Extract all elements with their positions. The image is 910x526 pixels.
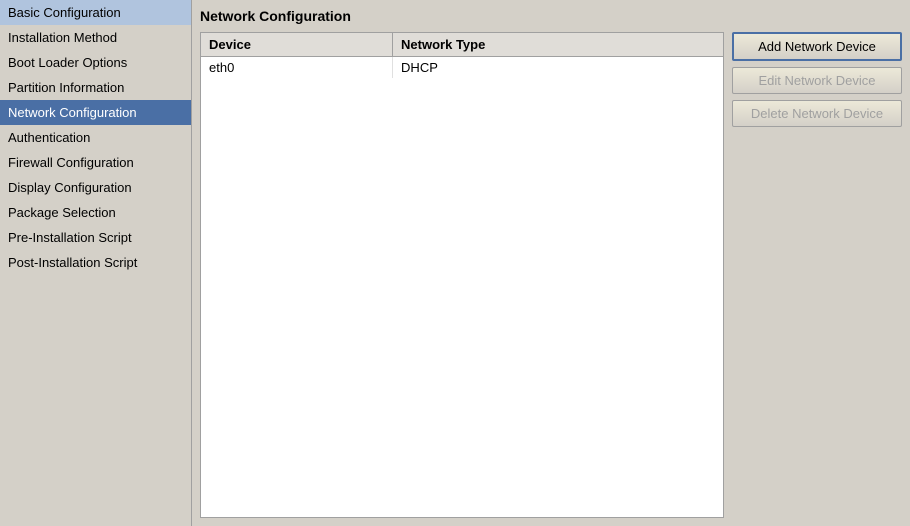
cell-device: eth0 xyxy=(201,57,393,79)
sidebar-item-package-selection[interactable]: Package Selection xyxy=(0,200,191,225)
cell-network-type: DHCP xyxy=(393,57,723,79)
table-row[interactable]: eth0DHCP xyxy=(201,57,723,79)
sidebar-item-firewall-configuration[interactable]: Firewall Configuration xyxy=(0,150,191,175)
main-content: Network Configuration Device Network Typ… xyxy=(192,0,910,526)
delete-network-device-button[interactable]: Delete Network Device xyxy=(732,100,902,127)
sidebar-item-authentication[interactable]: Authentication xyxy=(0,125,191,150)
sidebar-item-installation-method[interactable]: Installation Method xyxy=(0,25,191,50)
sidebar-item-pre-installation-script[interactable]: Pre-Installation Script xyxy=(0,225,191,250)
sidebar-item-post-installation-script[interactable]: Post-Installation Script xyxy=(0,250,191,275)
sidebar-item-partition-information[interactable]: Partition Information xyxy=(0,75,191,100)
col-network-type: Network Type xyxy=(393,33,723,57)
col-device: Device xyxy=(201,33,393,57)
sidebar-item-boot-loader-options[interactable]: Boot Loader Options xyxy=(0,50,191,75)
buttons-panel: Add Network Device Edit Network Device D… xyxy=(732,32,902,518)
content-area: Device Network Type eth0DHCP Add Network… xyxy=(200,32,902,518)
add-network-device-button[interactable]: Add Network Device xyxy=(732,32,902,61)
sidebar-item-network-configuration[interactable]: Network Configuration xyxy=(0,100,191,125)
network-device-table: Device Network Type eth0DHCP xyxy=(200,32,724,518)
sidebar-item-basic-configuration[interactable]: Basic Configuration xyxy=(0,0,191,25)
edit-network-device-button[interactable]: Edit Network Device xyxy=(732,67,902,94)
sidebar-item-display-configuration[interactable]: Display Configuration xyxy=(0,175,191,200)
page-title: Network Configuration xyxy=(200,8,902,24)
sidebar: Basic ConfigurationInstallation MethodBo… xyxy=(0,0,192,526)
